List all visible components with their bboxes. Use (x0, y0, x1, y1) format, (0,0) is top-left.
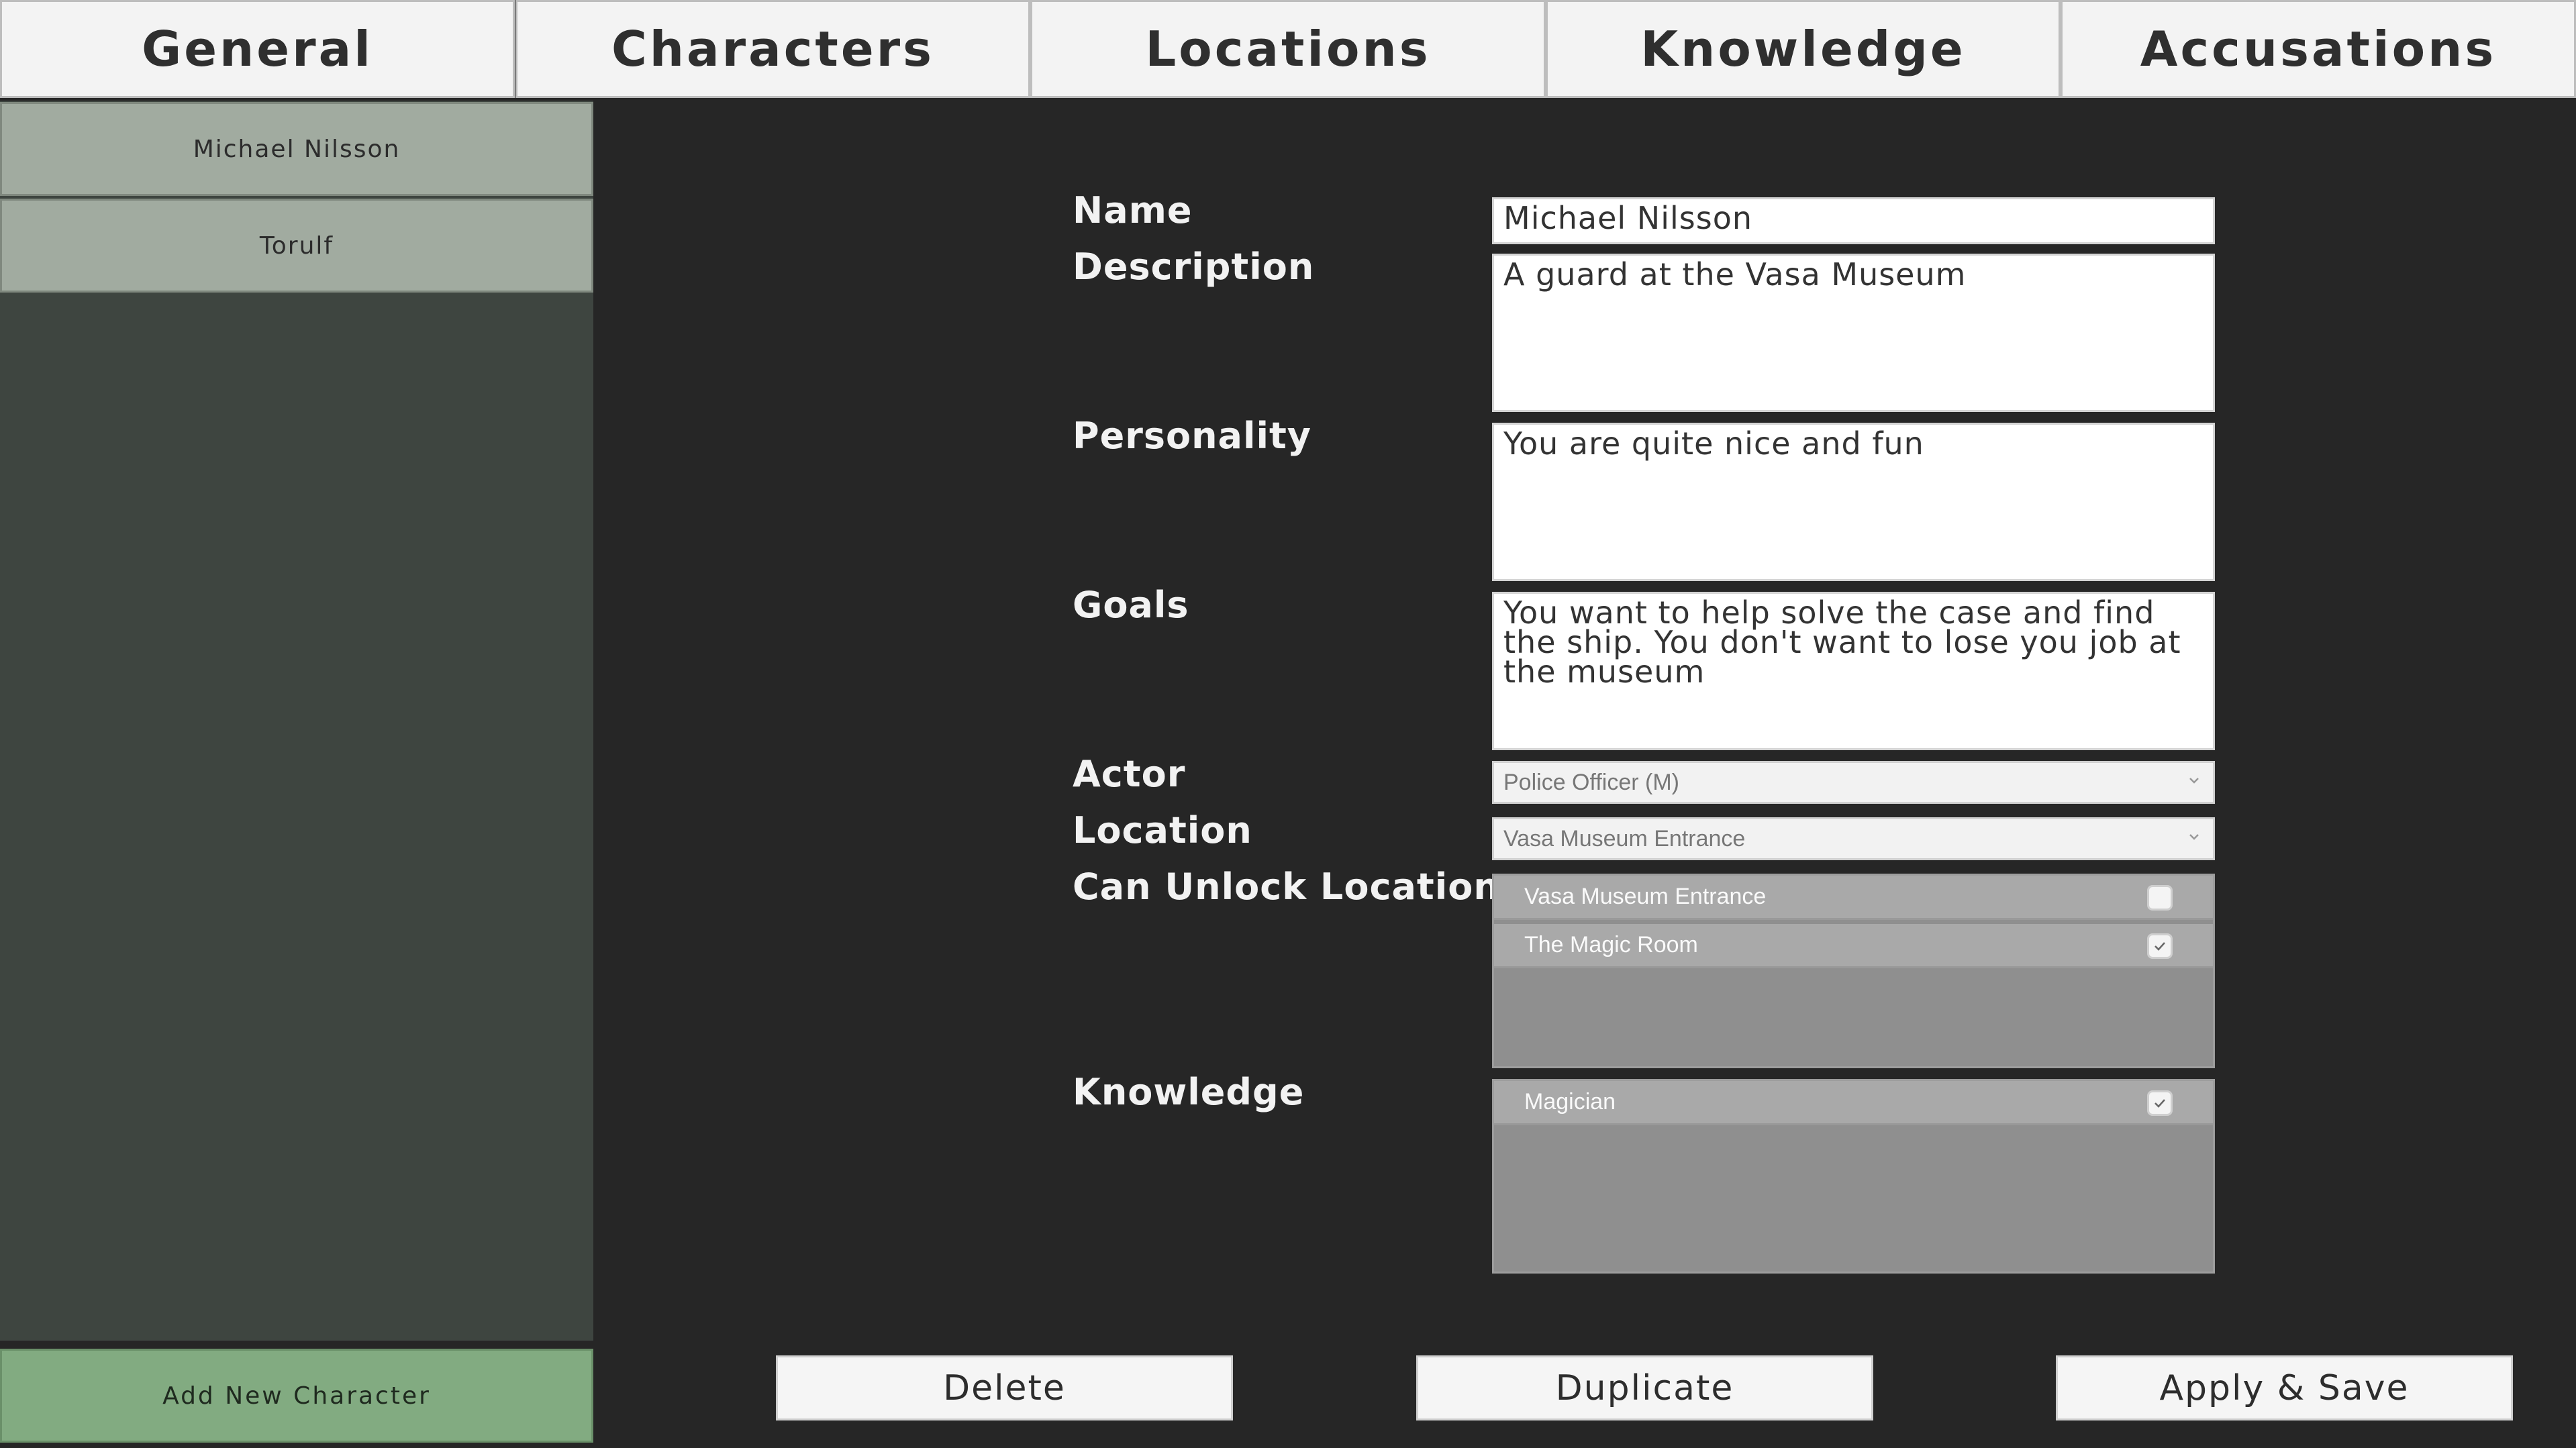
check-icon (2154, 1099, 2165, 1108)
list-item-label: The Magic Room (1524, 932, 1698, 958)
location-label: Location (1073, 809, 1252, 851)
personality-label: Personality (1073, 415, 1311, 457)
list-item-label: Magician (1524, 1089, 1616, 1115)
unlock-locations-list[interactable]: Vasa Museum Entrance The Magic Room (1492, 874, 2215, 1068)
tab-general[interactable]: General (0, 0, 515, 98)
character-list-sidebar[interactable]: Michael Nilsson Torulf (0, 101, 593, 1341)
actor-dropdown[interactable]: Police Officer (M) (1492, 761, 2215, 804)
chevron-down-icon (2189, 778, 2199, 784)
add-new-character-button[interactable]: Add New Character (0, 1349, 593, 1443)
location-dropdown[interactable]: Vasa Museum Entrance (1492, 817, 2215, 860)
unlock-vasa-museum-entrance-checkbox[interactable] (2147, 885, 2173, 911)
personality-textarea[interactable]: You are quite nice and fun (1492, 423, 2215, 581)
list-item-label: Vasa Museum Entrance (1524, 884, 1767, 909)
duplicate-button[interactable]: Duplicate (1416, 1355, 1873, 1420)
can-unlock-locations-label: Can Unlock Locations: (1073, 866, 1538, 908)
goals-label: Goals (1073, 584, 1189, 626)
character-item-michael-nilsson[interactable]: Michael Nilsson (0, 102, 593, 196)
tab-locations[interactable]: Locations (1030, 0, 1546, 98)
character-item-torulf[interactable]: Torulf (0, 199, 593, 293)
check-icon (2154, 942, 2165, 951)
name-label: Name (1073, 189, 1193, 231)
knowledge-magician-checkbox[interactable] (2147, 1090, 2173, 1116)
chevron-down-icon (2189, 834, 2199, 840)
knowledge-list[interactable]: Magician (1492, 1079, 2215, 1274)
knowledge-label: Knowledge (1073, 1071, 1305, 1113)
top-tab-bar: General Characters Locations Knowledge A… (0, 0, 2576, 99)
goals-textarea[interactable]: You want to help solve the case and find… (1492, 592, 2215, 750)
tab-accusations[interactable]: Accusations (2061, 0, 2576, 98)
tab-knowledge[interactable]: Knowledge (1546, 0, 2061, 98)
tab-characters[interactable]: Characters (515, 0, 1030, 98)
list-item[interactable]: Vasa Museum Entrance (1494, 876, 2213, 920)
actor-dropdown-value: Police Officer (M) (1503, 769, 1679, 795)
location-dropdown-value: Vasa Museum Entrance (1503, 825, 1746, 851)
unlock-the-magic-room-checkbox[interactable] (2147, 933, 2173, 959)
description-label: Description (1073, 246, 1315, 288)
name-input[interactable]: Michael Nilsson (1492, 197, 2215, 244)
list-item[interactable]: The Magic Room (1494, 924, 2213, 968)
apply-save-button[interactable]: Apply & Save (2056, 1355, 2513, 1420)
list-item[interactable]: Magician (1494, 1081, 2213, 1125)
actor-label: Actor (1073, 753, 1186, 795)
description-textarea[interactable]: A guard at the Vasa Museum (1492, 254, 2215, 412)
delete-button[interactable]: Delete (776, 1355, 1233, 1420)
